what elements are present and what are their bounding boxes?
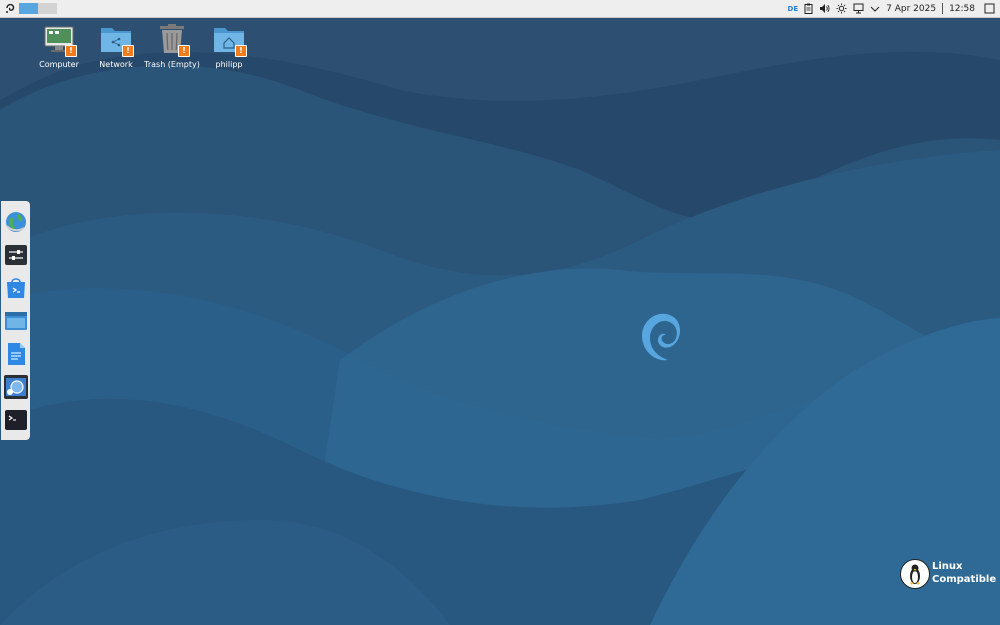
trash-icon: ! xyxy=(155,22,190,57)
logo-line-2: Compatible xyxy=(932,574,997,585)
linux-compatible-text: Linux Compatible xyxy=(932,560,996,586)
clock-separator xyxy=(942,3,944,14)
keyboard-layout-indicator[interactable]: DE xyxy=(788,0,799,17)
file-manager-icon[interactable] xyxy=(4,309,28,333)
warning-badge-icon: ! xyxy=(178,45,190,57)
desktop-icon-trash[interactable]: ! Trash (Empty) xyxy=(142,22,202,69)
top-panel: DE 7 Apr 2025 12:58 xyxy=(0,0,1000,18)
desktop-icon-label: Computer xyxy=(39,60,79,69)
clock-time[interactable]: 12:58 xyxy=(949,0,975,17)
workspace-1[interactable] xyxy=(19,3,38,14)
tux-icon xyxy=(900,559,930,589)
application-dock xyxy=(1,201,30,440)
desktop-icon-network[interactable]: ! Network xyxy=(86,22,146,69)
system-tray: DE 7 Apr 2025 12:58 xyxy=(785,0,1000,17)
app-menu-icon[interactable] xyxy=(4,2,17,15)
chevron-down-icon[interactable] xyxy=(870,0,880,17)
warning-badge-icon: ! xyxy=(122,45,134,57)
debian-logo-icon xyxy=(642,313,680,361)
warning-badge-icon: ! xyxy=(65,45,77,57)
network-icon[interactable] xyxy=(853,0,864,17)
linux-compatible-logo: Linux Compatible xyxy=(900,558,1000,590)
computer-icon: ! xyxy=(42,22,77,57)
workspace-2[interactable] xyxy=(38,3,57,14)
desktop-icon-label: philipp xyxy=(215,60,243,69)
text-editor-icon[interactable] xyxy=(4,342,28,366)
clipboard-icon[interactable] xyxy=(804,0,813,17)
network-folder-icon: ! xyxy=(99,22,134,57)
home-folder-icon: ! xyxy=(212,22,247,57)
volume-icon[interactable] xyxy=(819,0,830,17)
screenshot-icon[interactable] xyxy=(4,375,28,399)
desktop-icon-computer[interactable]: ! Computer xyxy=(29,22,89,69)
desktop-wallpaper xyxy=(0,0,1000,625)
terminal-icon[interactable] xyxy=(4,408,28,432)
desktop-icon-label: Network xyxy=(99,60,133,69)
show-desktop-icon[interactable] xyxy=(984,0,995,17)
software-store-icon[interactable] xyxy=(4,276,28,300)
clock-date[interactable]: 7 Apr 2025 xyxy=(886,0,936,17)
brightness-icon[interactable] xyxy=(836,0,847,17)
warning-badge-icon: ! xyxy=(235,45,247,57)
logo-line-1: Linux xyxy=(932,561,963,572)
desktop-icon-home[interactable]: ! philipp xyxy=(199,22,259,69)
web-browser-icon[interactable] xyxy=(4,210,28,234)
desktop-icon-label: Trash (Empty) xyxy=(144,60,200,69)
settings-icon[interactable] xyxy=(4,243,28,267)
